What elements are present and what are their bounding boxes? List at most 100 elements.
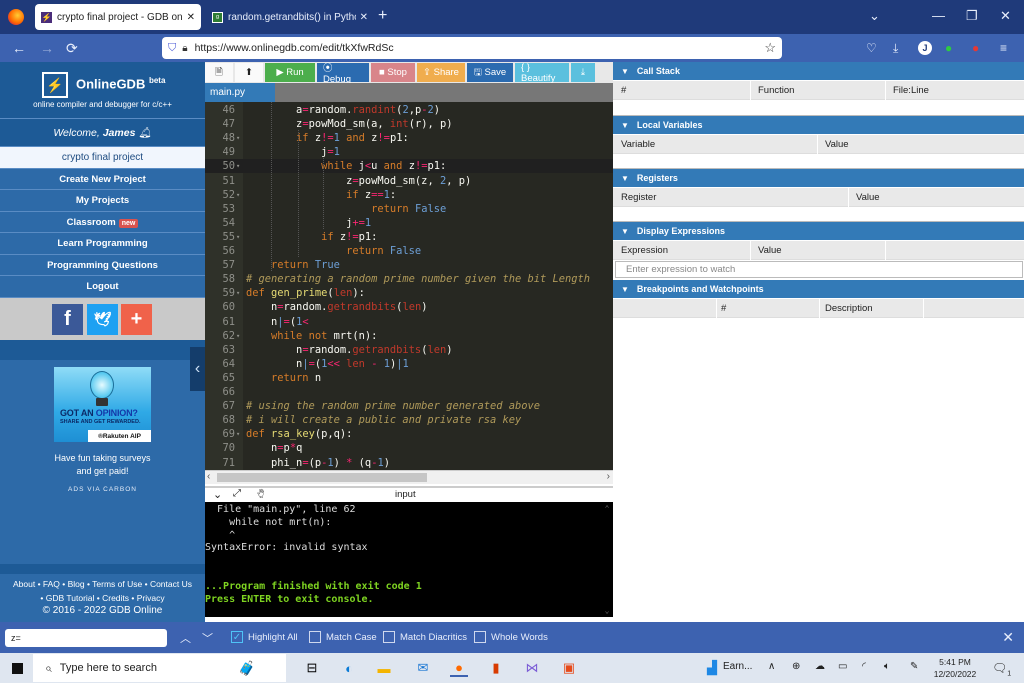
line-number[interactable]: 68 — [205, 413, 235, 427]
line-number[interactable]: 56 — [205, 244, 235, 258]
visual-studio-icon[interactable]: ⋈ — [523, 659, 541, 677]
list-all-tabs-icon[interactable]: ⌄ — [869, 8, 880, 24]
scroll-down-icon[interactable]: ⌄ — [601, 606, 613, 615]
ad-text-line2[interactable]: and get paid! — [0, 465, 205, 478]
onedrive-icon[interactable]: ☁ — [815, 661, 825, 672]
clock[interactable]: 5:41 PM 12/20/2022 — [930, 656, 980, 680]
code-line[interactable]: 61 n|=(1< — [205, 315, 613, 329]
line-number[interactable]: 50 — [205, 159, 235, 173]
browser-tab-active[interactable]: ⚡ crypto final project - GDB online ✕ — [35, 4, 201, 30]
scroll-left-icon[interactable]: ‹ — [207, 471, 210, 482]
save-button[interactable]: 🖫 Save — [467, 63, 513, 82]
notifications-icon[interactable]: 🗨︎1 — [992, 661, 1011, 677]
line-number[interactable]: 60 — [205, 300, 235, 314]
line-number[interactable]: 64 — [205, 357, 235, 371]
bolt-logo-icon[interactable]: ⚡ — [42, 72, 68, 98]
line-number[interactable]: 66 — [205, 385, 235, 399]
office-icon[interactable]: ▮ — [487, 659, 505, 677]
line-number[interactable]: 71 — [205, 456, 235, 470]
console-output[interactable]: File "main.py", line 62 while not mrt(n)… — [205, 502, 613, 617]
close-tab-icon[interactable]: ✕ — [360, 12, 368, 23]
beautify-button[interactable]: { } Beautify — [515, 62, 569, 84]
reload-icon[interactable]: ⟳ — [66, 40, 78, 57]
close-tab-icon[interactable]: ✕ — [187, 12, 195, 23]
code-line[interactable]: 54 j+=1 — [205, 216, 613, 230]
upload-button[interactable]: ⬆ — [235, 63, 263, 82]
find-input[interactable]: z= — [5, 629, 167, 647]
meet-icon[interactable]: ⊕ — [792, 661, 800, 672]
line-number[interactable]: 63 — [205, 343, 235, 357]
fold-toggle-icon[interactable]: ▾ — [236, 131, 240, 145]
new-tab-button[interactable]: + — [378, 7, 387, 25]
line-number[interactable]: 53 — [205, 202, 235, 216]
downloads-icon[interactable]: ⤓ — [893, 41, 898, 56]
windows-start-icon[interactable] — [12, 663, 23, 674]
console-scrollbar[interactable]: ⌃ ⌄ — [601, 502, 613, 617]
call-stack-header[interactable]: ▼ Call Stack — [613, 62, 1024, 80]
facebook-share-button[interactable]: f — [52, 303, 83, 335]
line-number[interactable]: 67 — [205, 399, 235, 413]
pen-icon[interactable]: ✎ — [910, 661, 918, 672]
twitter-share-button[interactable]: 🕊︎ — [87, 303, 118, 335]
fold-toggle-icon[interactable]: ▾ — [236, 427, 240, 441]
line-number[interactable]: 54 — [205, 216, 235, 230]
footer-links-line1[interactable]: About • FAQ • Blog • Terms of Use • Cont… — [0, 577, 205, 591]
code-line[interactable]: 57 return True — [205, 258, 613, 272]
fold-toggle-icon[interactable]: ▾ — [236, 188, 240, 202]
find-previous-icon[interactable]: ︿ — [180, 630, 191, 646]
code-line[interactable]: 60 n=random.getrandbits(len) — [205, 300, 613, 314]
line-number[interactable]: 65 — [205, 371, 235, 385]
line-number[interactable]: 49 — [205, 145, 235, 159]
line-number[interactable]: 58 — [205, 272, 235, 286]
shield-icon[interactable]: ⛉ — [168, 42, 176, 55]
stop-button[interactable]: ■ Stop — [371, 63, 415, 82]
firefox-icon[interactable] — [8, 9, 24, 25]
registers-header[interactable]: ▼ Registers — [613, 169, 1024, 187]
line-number[interactable]: 51 — [205, 174, 235, 188]
scrollbar-thumb[interactable] — [217, 473, 427, 482]
clear-console-icon[interactable]: 🖐︎ — [257, 488, 264, 500]
earnings-widget-icon[interactable]: ▟ — [703, 659, 721, 677]
run-button[interactable]: ▶ Run — [265, 63, 315, 82]
line-number[interactable]: 61 — [205, 315, 235, 329]
expand-console-icon[interactable]: ⤢ — [233, 488, 241, 499]
scroll-right-icon[interactable]: › — [607, 471, 610, 482]
watch-expression-input[interactable]: Enter expression to watch — [615, 261, 1023, 278]
editor-horizontal-scrollbar[interactable]: ‹ › — [205, 470, 613, 484]
volume-icon[interactable]: 🔈︎ — [884, 661, 890, 672]
app-icon[interactable]: ▣ — [560, 659, 578, 677]
code-line[interactable]: 47 z=powMod_sm(a, int(r), p) — [205, 117, 613, 131]
download-button[interactable]: ⤓ — [571, 63, 595, 82]
code-line[interactable]: 64 n|=(1<< len - 1)|1 — [205, 357, 613, 371]
ad-banner-image[interactable]: GOT AN OPINION? SHARE AND GET REWARDED. … — [54, 367, 151, 442]
code-line[interactable]: 71 phi_n=(p-1) * (q-1) — [205, 456, 613, 470]
ad-text-line1[interactable]: Have fun taking surveys — [0, 452, 205, 465]
edge-icon[interactable]: ◐ — [340, 659, 358, 677]
code-line[interactable]: 59 ▾ def gen_prime(len): — [205, 286, 613, 300]
browser-tab[interactable]: ᵍ random.getrandbits() in Python ✕ — [206, 4, 374, 30]
back-icon[interactable]: ← — [12, 40, 26, 56]
collapse-sidebar-button[interactable]: ‹ — [190, 347, 205, 391]
minimize-icon[interactable]: — — [932, 8, 945, 23]
fold-toggle-icon[interactable]: ▾ — [236, 286, 240, 300]
more-share-button[interactable]: + — [121, 303, 152, 335]
holiday-decoration-icon[interactable]: 🧳 — [238, 660, 255, 677]
show-hidden-icons[interactable]: ∧ — [768, 661, 775, 672]
code-line[interactable]: 68 # i will create a public and private r… — [205, 413, 613, 427]
share-button[interactable]: ⇪ Share — [417, 63, 465, 82]
fold-toggle-icon[interactable]: ▾ — [236, 329, 240, 343]
code-line[interactable]: 63 n=random.getrandbits(len) — [205, 343, 613, 357]
firefox-taskbar-icon[interactable]: ● — [450, 659, 468, 677]
code-line[interactable]: 56 return False — [205, 244, 613, 258]
code-line[interactable]: 50 ▾ while j<u and z!=p1: — [205, 159, 613, 174]
code-line[interactable]: 58 # generating a random prime number giv… — [205, 272, 613, 286]
sidebar-item-my-projects[interactable]: My Projects — [0, 190, 205, 212]
line-number[interactable]: 48 — [205, 131, 235, 145]
match-case-checkbox[interactable]: Match Case — [309, 631, 377, 643]
code-line[interactable]: 51 z=powMod_sm(z, 2, p) — [205, 174, 613, 188]
code-line[interactable]: 62 ▾ while not mrt(n): — [205, 329, 613, 343]
fold-toggle-icon[interactable]: ▾ — [236, 159, 240, 173]
code-line[interactable]: 48 ▾ if z!=1 and z!=p1: — [205, 131, 613, 145]
code-line[interactable]: 49 j=1 — [205, 145, 613, 159]
task-view-icon[interactable]: ⊟ — [303, 659, 321, 677]
